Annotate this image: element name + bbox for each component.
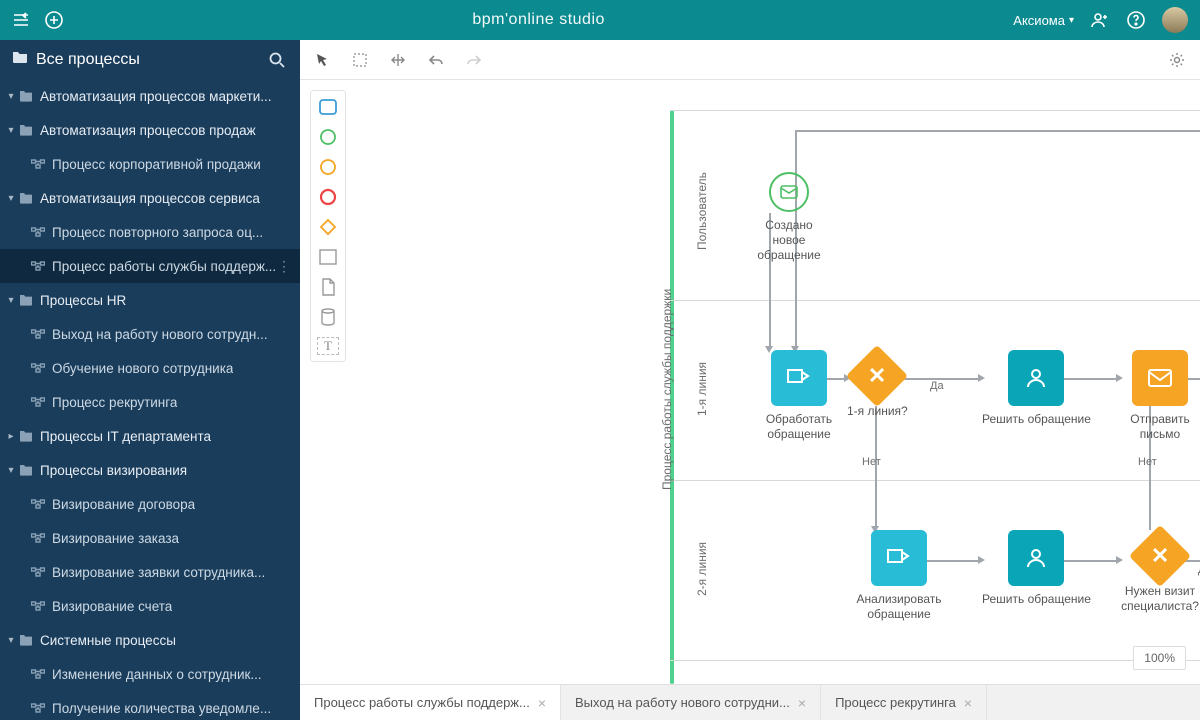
process-title-label: Процесс работы службы поддержки [660, 289, 674, 490]
help-icon[interactable] [1126, 10, 1146, 30]
tree-item[interactable]: Процесс рекрутинга [0, 385, 300, 419]
close-icon[interactable]: × [538, 695, 546, 711]
app-title: bpm'online studio [64, 11, 1013, 29]
analyze-task-node[interactable]: Анализировать обращение [844, 530, 954, 622]
tree-group[interactable]: ▾Системные процессы [0, 623, 300, 657]
solve1-task-label: Решить обращение [982, 412, 1091, 427]
gateway-visit-node[interactable]: ✕ Нужен визит специалиста? [1120, 528, 1200, 614]
edge-yes-1: Да [930, 380, 944, 392]
tree-group[interactable]: ▾Процессы визирования [0, 453, 300, 487]
handle-task-node[interactable]: Обработать обращение [744, 350, 854, 442]
start-event-node[interactable]: Создано новое обращение [749, 172, 829, 263]
redo-icon[interactable] [466, 52, 482, 68]
pan-tool-icon[interactable] [390, 52, 406, 68]
edge-no-1: Нет [862, 456, 881, 468]
mail-task-node[interactable]: Отправить письмо [1120, 350, 1200, 442]
tree-item[interactable]: Визирование заявки сотрудника... [0, 555, 300, 589]
lane-user-label: Пользователь [695, 172, 709, 250]
add-icon[interactable] [44, 10, 64, 30]
start-event-label: Создано новое обращение [749, 218, 829, 263]
cursor-tool-icon[interactable] [314, 52, 330, 68]
handle-task-label: Обработать обращение [744, 412, 854, 442]
zoom-indicator[interactable]: 100% [1133, 646, 1186, 670]
sidebar-title: Все процессы [36, 51, 140, 69]
tab[interactable]: Выход на работу нового сотрудни...× [561, 685, 821, 720]
tab[interactable]: Процесс работы службы поддерж...× [300, 685, 561, 720]
avatar[interactable] [1162, 7, 1188, 33]
tree-group[interactable]: ▾Автоматизация процессов маркети... [0, 79, 300, 113]
tree-group[interactable]: ▾Автоматизация процессов продаж [0, 113, 300, 147]
edge-no-2: Нет [1138, 456, 1157, 468]
process-tree: ▾Автоматизация процессов маркети...▾Авто… [0, 79, 300, 720]
analyze-task-label: Анализировать обращение [844, 592, 954, 622]
account-name: Аксиома [1013, 13, 1065, 28]
account-switcher[interactable]: Аксиома ▾ [1013, 13, 1074, 28]
sidebar: Все процессы ▾Автоматизация процессов ма… [0, 40, 300, 720]
tree-item[interactable]: Процесс корпоративной продажи [0, 147, 300, 181]
tree-item[interactable]: Обучение нового сотрудника [0, 351, 300, 385]
tree-item[interactable]: Визирование договора [0, 487, 300, 521]
undo-icon[interactable] [428, 52, 444, 68]
tree-item[interactable]: Процесс работы службы поддерж...⋮ [0, 249, 300, 283]
gateway-visit-label: Нужен визит специалиста? [1120, 584, 1200, 614]
lane-l1-label: 1-я линия [695, 362, 709, 416]
solve2-task-node[interactable]: Решить обращение [982, 530, 1091, 607]
menu-collapse-icon[interactable] [12, 11, 30, 29]
gateway-line1-node[interactable]: ✕ 1-я линия? [847, 348, 908, 419]
tree-item[interactable]: Изменение данных о сотрудник... [0, 657, 300, 691]
folder-icon [12, 50, 28, 69]
designer-toolbar [300, 40, 1200, 80]
add-user-icon[interactable] [1090, 10, 1110, 30]
chevron-down-icon: ▾ [1069, 15, 1074, 26]
tab[interactable]: Процесс рекрутинга× [821, 685, 987, 720]
tree-item[interactable]: Визирование счета [0, 589, 300, 623]
solve2-task-label: Решить обращение [982, 592, 1091, 607]
close-icon[interactable]: × [964, 695, 972, 711]
tree-group[interactable]: ▾Автоматизация процессов сервиса [0, 181, 300, 215]
tree-group[interactable]: ▾Процессы HR [0, 283, 300, 317]
mail-task-label: Отправить письмо [1120, 412, 1200, 442]
tree-item[interactable]: Выход на работу нового сотрудн... [0, 317, 300, 351]
open-tabs: Процесс работы службы поддерж...×Выход н… [300, 684, 1200, 720]
solve1-task-node[interactable]: Решить обращение [982, 350, 1091, 427]
tree-item[interactable]: Процесс повторного запроса оц... [0, 215, 300, 249]
close-icon[interactable]: × [798, 695, 806, 711]
bpmn-canvas[interactable]: Процесс работы службы поддержки Пользова… [300, 80, 1200, 684]
tree-item[interactable]: Получение количества уведомле... [0, 691, 300, 720]
settings-icon[interactable] [1168, 51, 1186, 69]
search-icon[interactable] [268, 51, 286, 69]
gateway-line1-label: 1-я линия? [847, 404, 908, 419]
top-bar: bpm'online studio Аксиома ▾ [0, 0, 1200, 40]
select-box-icon[interactable] [352, 52, 368, 68]
tree-item[interactable]: Визирование заказа [0, 521, 300, 555]
lane-l2-label: 2-я линия [695, 542, 709, 596]
tree-group[interactable]: ▸Процессы IT департамента [0, 419, 300, 453]
